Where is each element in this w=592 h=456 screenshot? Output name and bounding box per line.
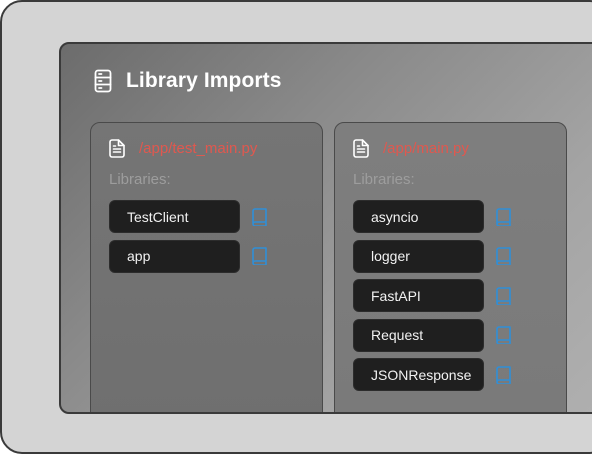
library-row: FastAPI [353, 279, 512, 312]
book-icon[interactable] [250, 207, 268, 227]
library-pill[interactable]: logger [353, 239, 484, 273]
file-text-icon [353, 139, 369, 158]
library-pill[interactable]: app [109, 239, 240, 273]
file-card: /app/test_main.py Libraries: TestClient … [90, 122, 323, 412]
book-icon[interactable] [494, 207, 512, 227]
library-row: Request [353, 318, 512, 352]
library-pill[interactable]: TestClient [109, 200, 240, 233]
book-icon[interactable] [494, 325, 512, 345]
file-card: /app/main.py Libraries: asyncio logger F… [334, 122, 567, 412]
file-path[interactable]: /app/test_main.py [139, 140, 257, 157]
book-icon[interactable] [494, 286, 512, 306]
file-header: /app/test_main.py [109, 139, 257, 158]
panel-header: Library Imports [94, 68, 282, 94]
file-header: /app/main.py [353, 139, 469, 158]
file-path[interactable]: /app/main.py [383, 140, 469, 157]
file-text-icon [109, 139, 125, 158]
panel-title: Library Imports [126, 69, 282, 92]
libraries-label: Libraries: [353, 171, 415, 188]
library-pill[interactable]: FastAPI [353, 279, 484, 312]
book-icon[interactable] [494, 365, 512, 385]
library-pill[interactable]: JSONResponse [353, 358, 484, 391]
server-icon [94, 69, 112, 93]
library-pill[interactable]: asyncio [353, 200, 484, 233]
library-list: asyncio logger FastAPI Request JSONRespo… [353, 200, 512, 398]
library-pill[interactable]: Request [353, 318, 484, 352]
library-row: logger [353, 239, 512, 273]
library-row: TestClient [109, 200, 268, 233]
library-imports-panel: Library Imports /app/test_main.py Librar… [59, 42, 592, 414]
library-list: TestClient app [109, 200, 268, 279]
libraries-label: Libraries: [109, 171, 171, 188]
library-row: JSONResponse [353, 358, 512, 391]
library-row: asyncio [353, 200, 512, 233]
library-row: app [109, 239, 268, 273]
book-icon[interactable] [250, 246, 268, 266]
book-icon[interactable] [494, 246, 512, 266]
